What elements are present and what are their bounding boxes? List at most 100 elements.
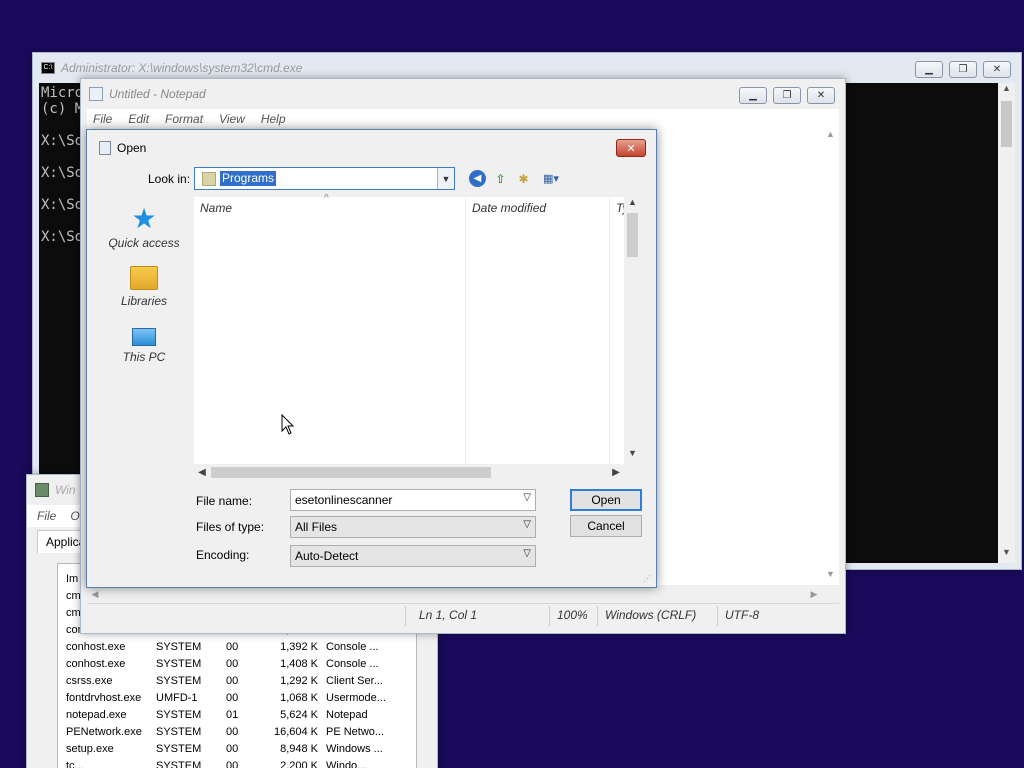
scroll-right-icon[interactable]: ▶ [608, 464, 624, 481]
notepad-menubar: File Edit Format View Help [87, 109, 839, 129]
view-menu-icon[interactable]: ▦▾ [538, 170, 564, 187]
process-description: Windo... [326, 759, 367, 768]
table-row[interactable]: conhost.exe SYSTEM 00 1,392 K Console ... [66, 638, 396, 655]
maximize-button[interactable]: ❐ [773, 87, 801, 104]
menu-file[interactable]: File [93, 112, 112, 126]
menu-edit[interactable]: Edit [128, 112, 149, 126]
close-button[interactable]: ✕ [807, 87, 835, 104]
chevron-down-icon[interactable]: ▽ [523, 519, 531, 530]
files-of-type-value: All Files [295, 520, 338, 534]
chevron-down-icon[interactable]: ▽ [523, 492, 531, 503]
column-divider[interactable] [465, 197, 466, 464]
table-row[interactable]: setup.exe SYSTEM 00 8,948 K Windows ... [66, 740, 396, 757]
minimize-button[interactable]: ▁ [739, 87, 767, 104]
scroll-down-icon[interactable]: ▼ [624, 448, 641, 464]
scroll-thumb[interactable] [1001, 101, 1012, 147]
process-memory: 2,200 K [280, 759, 318, 768]
scroll-up-icon[interactable]: ▲ [998, 83, 1015, 99]
open-button[interactable]: Open [570, 489, 642, 511]
open-file-dialog[interactable]: Open ✕ Look in: Programs ▼ ◀ ⇧ ✱ ▦▾ ★ Qu… [86, 129, 657, 588]
close-button[interactable]: ✕ [983, 61, 1011, 78]
status-cursor-position: Ln 1, Col 1 [419, 608, 478, 622]
process-name: setup.exe [66, 742, 114, 755]
file-list-vertical-scrollbar[interactable]: ▲ ▼ [624, 197, 641, 464]
sort-ascending-icon: ^ [324, 193, 329, 204]
scroll-left-icon[interactable]: ◀ [194, 464, 210, 481]
dialog-close-button[interactable]: ✕ [616, 139, 646, 157]
place-libraries[interactable]: Libraries [95, 266, 193, 308]
menu-file[interactable]: File [37, 509, 56, 523]
file-list-horizontal-scrollbar[interactable]: ◀ ▶ [194, 464, 624, 481]
process-user: SYSTEM [156, 742, 202, 755]
menu-options[interactable]: O [70, 509, 79, 523]
menu-help[interactable]: Help [261, 112, 286, 126]
up-folder-icon[interactable]: ⇧ [492, 170, 509, 187]
file-list[interactable]: ^ Name Date modified Ty [194, 193, 641, 464]
minimize-button[interactable]: ▁ [915, 61, 943, 78]
scroll-left-icon[interactable]: ◀ [87, 586, 103, 603]
process-name: PENetwork.exe [66, 725, 142, 738]
places-bar: ★ Quick access Libraries This PC [95, 196, 193, 466]
cmd-window-controls: ▁ ❐ ✕ [915, 61, 1011, 78]
process-user: SYSTEM [156, 640, 202, 653]
column-header-name[interactable]: Name [200, 201, 232, 215]
column-header-date-modified[interactable]: Date modified [472, 201, 546, 215]
table-row[interactable]: csrss.exe SYSTEM 00 1,292 K Client Ser... [66, 672, 396, 689]
process-description: Console ... [326, 657, 379, 670]
table-row[interactable]: conhost.exe SYSTEM 00 1,408 K Console ... [66, 655, 396, 672]
document-icon [99, 141, 111, 155]
back-icon[interactable]: ◀ [469, 170, 486, 187]
folder-icon [202, 172, 216, 186]
process-memory: 1,068 K [280, 691, 318, 704]
notepad-window-controls: ▁ ❐ ✕ [739, 87, 835, 104]
process-user: SYSTEM [156, 708, 202, 721]
chevron-down-icon[interactable]: ▼ [437, 168, 454, 189]
status-divider [597, 606, 598, 626]
table-row[interactable]: fontdrvhost.exe UMFD-1 00 1,068 K Usermode..… [66, 689, 396, 706]
process-description: Console ... [326, 640, 379, 653]
resize-grip-icon[interactable]: ⋰ [643, 574, 653, 584]
place-quick-access[interactable]: ★ Quick access [95, 205, 193, 251]
process-memory: 1,292 K [280, 674, 318, 687]
chevron-down-icon[interactable]: ▽ [523, 548, 531, 559]
maximize-button[interactable]: ❐ [949, 61, 977, 78]
menu-view[interactable]: View [219, 112, 245, 126]
scroll-down-icon[interactable]: ▼ [822, 569, 839, 585]
scroll-up-icon[interactable]: ▲ [624, 197, 641, 213]
files-of-type-select[interactable]: All Files ▽ [290, 516, 536, 538]
scroll-down-icon[interactable]: ▼ [998, 547, 1015, 563]
dialog-titlebar[interactable]: Open [87, 130, 656, 166]
process-session: 00 [226, 742, 239, 755]
cancel-button[interactable]: Cancel [570, 515, 642, 537]
scroll-right-icon[interactable]: ▶ [806, 586, 822, 603]
notepad-title: Untitled - Notepad [109, 87, 206, 101]
place-this-pc[interactable]: This PC [95, 328, 193, 364]
process-name: fontdrvhost.exe [66, 691, 142, 704]
computer-icon [132, 328, 156, 346]
scroll-up-icon[interactable]: ▲ [822, 129, 839, 145]
encoding-select[interactable]: Auto-Detect ▽ [290, 545, 536, 567]
new-folder-icon[interactable]: ✱ [515, 170, 532, 187]
scroll-thumb[interactable] [627, 213, 638, 257]
process-memory: 1,392 K [280, 640, 318, 653]
table-row[interactable]: notepad.exe SYSTEM 01 5,624 K Notepad [66, 706, 396, 723]
look-in-value: Programs [220, 171, 277, 186]
notepad-vertical-scrollbar[interactable]: ▲ ▼ [822, 129, 839, 585]
process-description: Windows ... [326, 742, 383, 755]
table-row[interactable]: tc... SYSTEM 00 2,200 K Windo... [66, 757, 396, 768]
notepad-titlebar[interactable]: Untitled - Notepad [81, 79, 845, 109]
look-in-dropdown[interactable]: Programs ▼ [194, 167, 455, 190]
file-name-input[interactable]: esetonlinescanner ▽ [290, 489, 536, 511]
process-description: Client Ser... [326, 674, 383, 687]
look-in-label: Look in: [148, 172, 191, 186]
taskmgr-app-icon [35, 483, 49, 497]
cmd-title: Administrator: X:\windows\system32\cmd.e… [61, 61, 303, 75]
menu-format[interactable]: Format [165, 112, 203, 126]
notepad-horizontal-scrollbar[interactable]: ◀ ▶ [87, 586, 822, 603]
table-row[interactable]: PENetwork.exe SYSTEM 00 16,604 K PE Netwo... [66, 723, 396, 740]
column-divider[interactable] [609, 197, 610, 464]
cmd-vertical-scrollbar[interactable]: ▲ ▼ [998, 83, 1015, 563]
process-description: Notepad [326, 708, 368, 721]
process-memory: 1,408 K [280, 657, 318, 670]
scroll-thumb[interactable] [211, 467, 491, 478]
